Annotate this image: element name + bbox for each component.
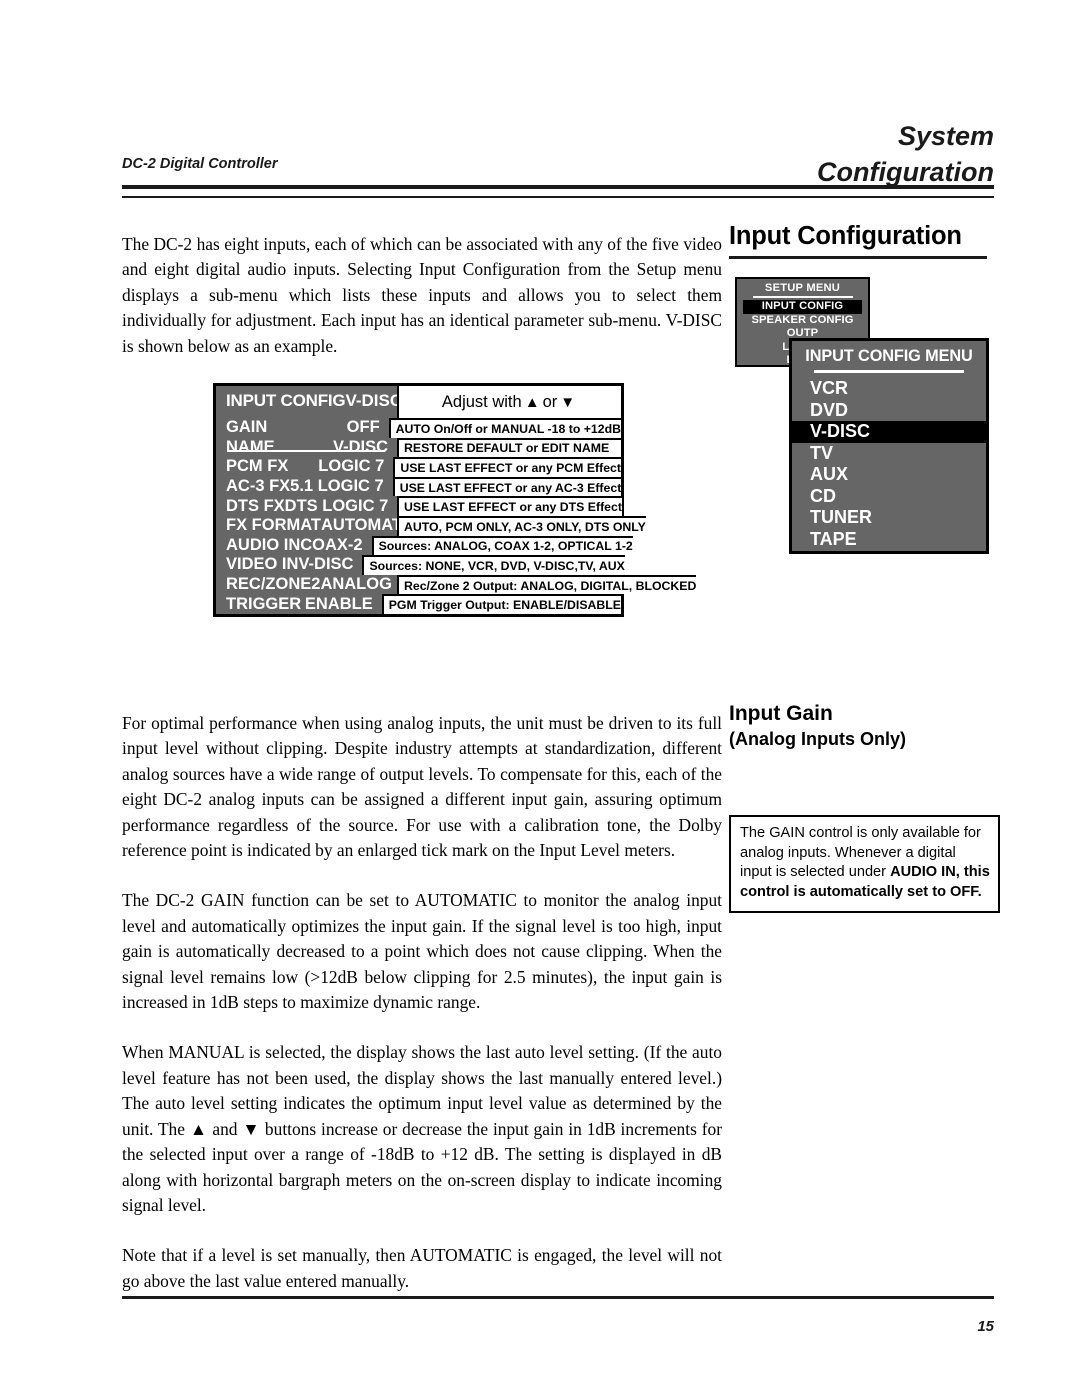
table-row[interactable]: NAME V-DISC RESTORE DEFAULT or EDIT NAME bbox=[216, 437, 621, 458]
setup-menu-title: SETUP MENU bbox=[764, 282, 841, 294]
parameter-description: Rec/Zone 2 Output: ANALOG, DIGITAL, BLOC… bbox=[397, 574, 697, 595]
section-title: System Configuration bbox=[817, 118, 994, 190]
parameter-cell: DTS FX DTS LOGIC 7 bbox=[216, 496, 397, 516]
parameter-name: DTS FX bbox=[226, 496, 285, 515]
parameter-cell: TRIGGER ENABLE bbox=[216, 594, 382, 614]
setup-menu-divider bbox=[752, 296, 853, 298]
parameter-cell: GAIN OFF bbox=[216, 418, 389, 438]
parameter-value: DTS LOGIC 7 bbox=[284, 496, 389, 515]
parameter-cell: FX FORMAT AUTOMATIC bbox=[216, 515, 418, 536]
table-row[interactable]: REC/ZONE2 ANALOG Rec/Zone 2 Output: ANALOG… bbox=[216, 574, 697, 595]
input-config-menu-item[interactable]: DVD bbox=[792, 400, 986, 422]
table-title: INPUT CONFIG bbox=[226, 391, 346, 410]
parameter-value: ENABLE bbox=[304, 594, 373, 613]
table-row[interactable]: AUDIO IN COAX-2 Sources: ANALOG, COAX 1-2,… bbox=[216, 535, 633, 556]
parameter-description: Sources: NONE, VCR, DVD, V-DISC,TV, AUX bbox=[362, 555, 625, 575]
input-config-menu-item[interactable]: TV bbox=[792, 443, 986, 465]
parameter-cell: AUDIO IN COAX-2 bbox=[216, 535, 372, 556]
arrow-up-icon: ▲ bbox=[524, 393, 540, 411]
input-config-menu-item[interactable]: TUNER bbox=[792, 507, 986, 529]
parameter-description: USE LAST EFFECT or any AC-3 Effect bbox=[392, 476, 622, 497]
parameter-description: AUTO On/Off or MANUAL -18 to +12dB bbox=[388, 418, 621, 438]
parameter-description: USE LAST EFFECT or any DTS Effect bbox=[397, 496, 622, 516]
parameter-name: TRIGGER bbox=[226, 594, 302, 613]
parameter-value: OFF bbox=[346, 418, 380, 437]
parameter-name: GAIN bbox=[226, 418, 268, 437]
setup-menu-item[interactable]: SPEAKER CONFIG bbox=[737, 314, 868, 328]
parameter-cell: REC/ZONE2 ANALOG bbox=[216, 574, 397, 595]
gain-note-box: The GAIN control is only available for a… bbox=[729, 815, 1000, 914]
table-row[interactable]: AC-3 FX 5.1 LOGIC 7 USE LAST EFFECT or any… bbox=[216, 476, 622, 497]
paragraph-intro: The DC-2 has eight inputs, each of which… bbox=[122, 234, 722, 356]
table-selected-input: V-DISC bbox=[345, 391, 403, 410]
intro-text-block: The DC-2 has eight inputs, each of which… bbox=[122, 232, 722, 384]
table-row[interactable]: TRIGGER ENABLE PGM Trigger Output: ENABLE/… bbox=[216, 594, 621, 614]
table-row[interactable]: DTS FX DTS LOGIC 7 USE LAST EFFECT or any … bbox=[216, 496, 622, 516]
parameter-name: NAME bbox=[226, 437, 275, 456]
paragraph-optimal-performance: For optimal performance when using analo… bbox=[122, 713, 722, 861]
parameter-value: ANALOG bbox=[320, 575, 392, 594]
page-title-underline bbox=[729, 256, 987, 259]
parameter-cell: AC-3 FX 5.1 LOGIC 7 bbox=[216, 476, 393, 497]
parameter-name: VIDEO IN bbox=[226, 555, 299, 574]
parameter-value: V-DISC bbox=[332, 437, 388, 456]
page-title: Input Configuration bbox=[729, 222, 962, 250]
input-config-menu-item[interactable]: VCR bbox=[792, 378, 986, 400]
parameter-value: COAX-2 bbox=[300, 535, 363, 554]
table-row[interactable]: FX FORMAT AUTOMATIC AUTO, PCM ONLY, AC-3 O… bbox=[216, 515, 646, 536]
input-config-menu-item[interactable]: AUX bbox=[792, 464, 986, 486]
main-text-block: For optimal performance when using analo… bbox=[122, 711, 722, 1319]
setup-menu-item[interactable]: INPUT CONFIG bbox=[743, 300, 862, 314]
input-config-menu-item[interactable]: TAPE bbox=[792, 529, 986, 551]
parameter-description: AUTO, PCM ONLY, AC-3 ONLY, DTS ONLY bbox=[397, 515, 646, 536]
paragraph-note: Note that if a level is set manually, th… bbox=[122, 1245, 722, 1291]
parameter-description: Sources: ANALOG, COAX 1-2, OPTICAL 1-2 bbox=[371, 535, 633, 556]
parameter-value: LOGIC 7 bbox=[318, 457, 385, 476]
paragraph-manual-gain: When MANUAL is selected, the display sho… bbox=[122, 1042, 722, 1215]
parameter-name: AUDIO IN bbox=[226, 535, 301, 554]
parameter-description: USE LAST EFFECT or any PCM Effect bbox=[393, 457, 621, 477]
adjust-hint-cell: Adjust with ▲ or ▼ bbox=[397, 386, 621, 418]
parameter-cell: PCM FX LOGIC 7 bbox=[216, 457, 394, 477]
parameter-value: 5.1 LOGIC 7 bbox=[290, 477, 384, 496]
product-name: DC-2 Digital Controller bbox=[122, 156, 278, 172]
parameter-cell: VIDEO IN V-DISC bbox=[216, 555, 363, 575]
parameter-description: PGM Trigger Output: ENABLE/DISABLE bbox=[381, 594, 621, 614]
input-config-parameter-table: INPUT CONFIG V-DISC Adjust with ▲ or ▼ G… bbox=[213, 383, 697, 617]
input-gain-heading: Input Gain bbox=[729, 702, 833, 725]
parameter-name: PCM FX bbox=[226, 457, 289, 476]
section-title-line1: System bbox=[897, 121, 994, 151]
input-config-menu-panel[interactable]: INPUT CONFIG MENU VCR DVD V-DISC TV AUX CD TUN… bbox=[789, 338, 989, 554]
arrow-down-icon: ▼ bbox=[560, 393, 576, 411]
page-number: 15 bbox=[977, 1318, 994, 1335]
parameter-name: FX FORMAT bbox=[226, 516, 322, 535]
parameter-cell: NAME V-DISC bbox=[216, 437, 397, 458]
table-title-cell: INPUT CONFIG V-DISC bbox=[216, 386, 402, 418]
table-row[interactable]: PCM FX LOGIC 7 USE LAST EFFECT or any PCM … bbox=[216, 457, 621, 477]
header-divider bbox=[122, 185, 994, 198]
input-config-menu-item[interactable]: V-DISC bbox=[792, 421, 986, 443]
table-header-row: INPUT CONFIG V-DISC Adjust with ▲ or ▼ bbox=[216, 386, 621, 418]
footer-divider bbox=[122, 1296, 994, 1299]
parameter-value: V-DISC bbox=[298, 555, 354, 574]
input-gain-subheading: (Analog Inputs Only) bbox=[729, 729, 906, 749]
input-config-menu-item[interactable]: CD bbox=[792, 486, 986, 508]
table-row[interactable]: GAIN OFF AUTO On/Off or MANUAL -18 to +12d… bbox=[216, 418, 621, 438]
adjust-hint-label: Adjust with bbox=[441, 392, 522, 411]
input-config-menu-title: INPUT CONFIG MENU bbox=[805, 347, 973, 365]
input-config-menu-divider bbox=[814, 370, 964, 373]
parameter-name: REC/ZONE2 bbox=[226, 575, 321, 594]
parameter-name: AC-3 FX bbox=[226, 477, 291, 496]
table-row[interactable]: VIDEO IN V-DISC Sources: NONE, VCR, DVD, V… bbox=[216, 555, 625, 575]
table-title-underline bbox=[229, 450, 385, 452]
paragraph-automatic-gain: The DC-2 GAIN function can be set to AUT… bbox=[122, 890, 722, 1013]
adjust-hint-or: or bbox=[542, 392, 558, 411]
parameter-description: RESTORE DEFAULT or EDIT NAME bbox=[397, 437, 621, 458]
